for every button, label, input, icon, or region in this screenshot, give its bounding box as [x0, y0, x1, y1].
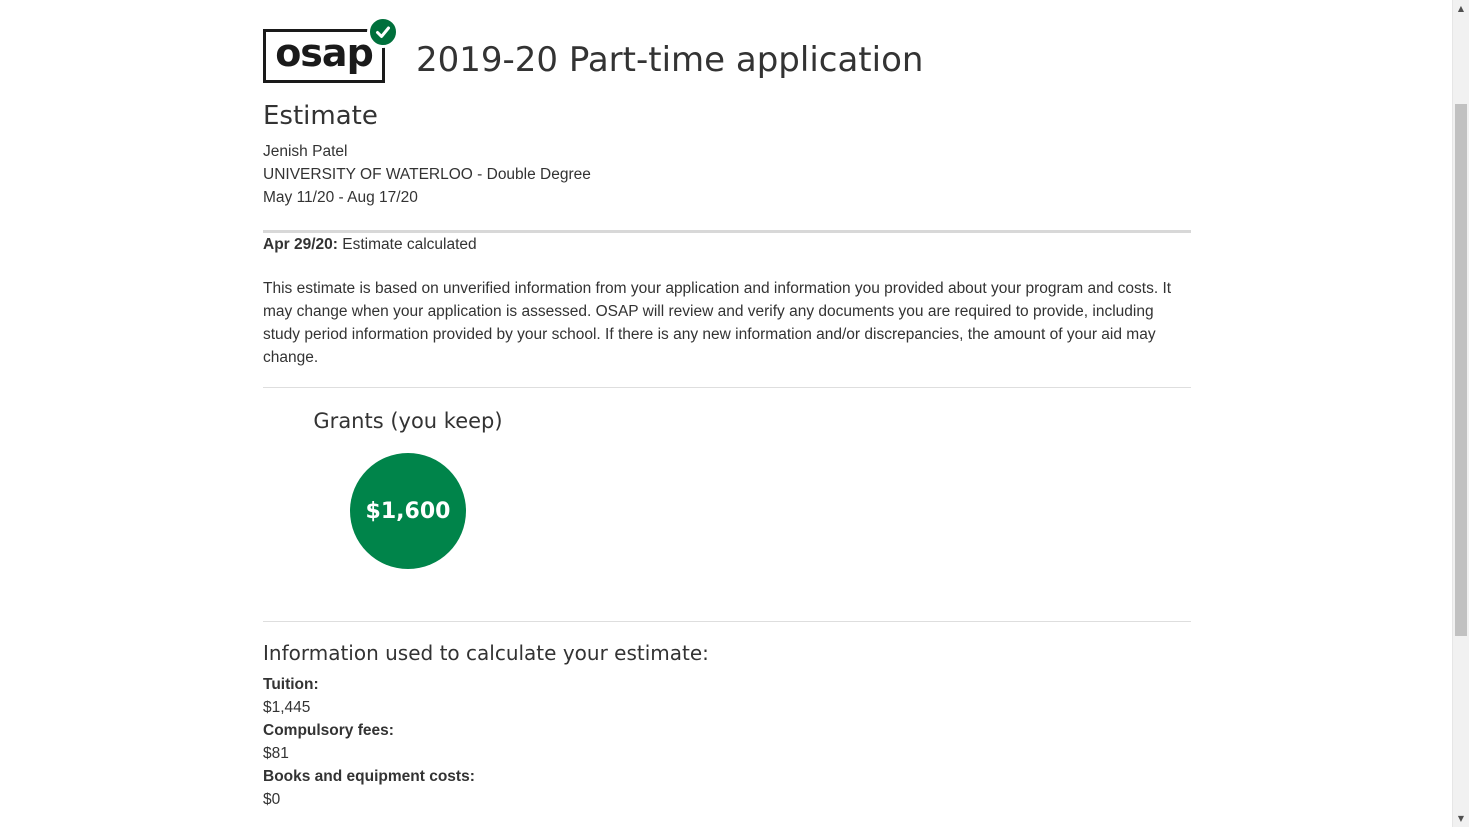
checkmark-icon [367, 16, 399, 48]
grants-heading: Grants (you keep) [313, 409, 503, 433]
logo-box: osap [263, 29, 385, 83]
scroll-up-arrow-icon[interactable]: ▲ [1453, 0, 1469, 17]
page: osap 2019-20 Part-time application Estim… [0, 0, 1469, 827]
student-info: Jenish Patel UNIVERSITY OF WATERLOO - Do… [263, 140, 591, 209]
tuition-value: $1,445 [263, 699, 311, 716]
info-heading: Information used to calculate your estim… [263, 641, 709, 665]
status-date: Apr 29/20: [263, 236, 338, 253]
divider [263, 387, 1191, 388]
fees-label: Compulsory fees: [263, 722, 394, 739]
page-title: 2019-20 Part-time application [416, 40, 924, 80]
scrollbar-thumb[interactable] [1455, 104, 1467, 636]
estimate-heading: Estimate [263, 101, 378, 131]
osap-logo[interactable]: osap [263, 16, 399, 83]
scroll-down-arrow-icon[interactable]: ▼ [1453, 810, 1469, 827]
grants-amount-badge: $1,600 [350, 453, 466, 569]
books-value: $0 [263, 791, 281, 808]
tuition-label: Tuition: [263, 676, 319, 693]
program-name: UNIVERSITY OF WATERLOO - Double Degree [263, 166, 591, 183]
grants-amount: $1,600 [365, 498, 451, 524]
status-line: Apr 29/20: Estimate calculated [263, 236, 477, 254]
section-divider [263, 230, 1191, 233]
divider [263, 621, 1191, 622]
estimate-disclaimer: This estimate is based on unverified inf… [263, 280, 1172, 366]
page-header: osap 2019-20 Part-time application [263, 14, 923, 84]
books-label: Books and equipment costs: [263, 768, 475, 785]
status-text: Estimate calculated [342, 236, 477, 253]
vertical-scrollbar[interactable]: ▲ ▼ [1452, 0, 1469, 827]
info-list: Tuition: $1,445 Compulsory fees: $81 Boo… [263, 673, 475, 811]
student-name: Jenish Patel [263, 143, 348, 160]
study-period: May 11/20 - Aug 17/20 [263, 189, 418, 206]
logo-text: osap [275, 31, 374, 75]
fees-value: $81 [263, 745, 289, 762]
